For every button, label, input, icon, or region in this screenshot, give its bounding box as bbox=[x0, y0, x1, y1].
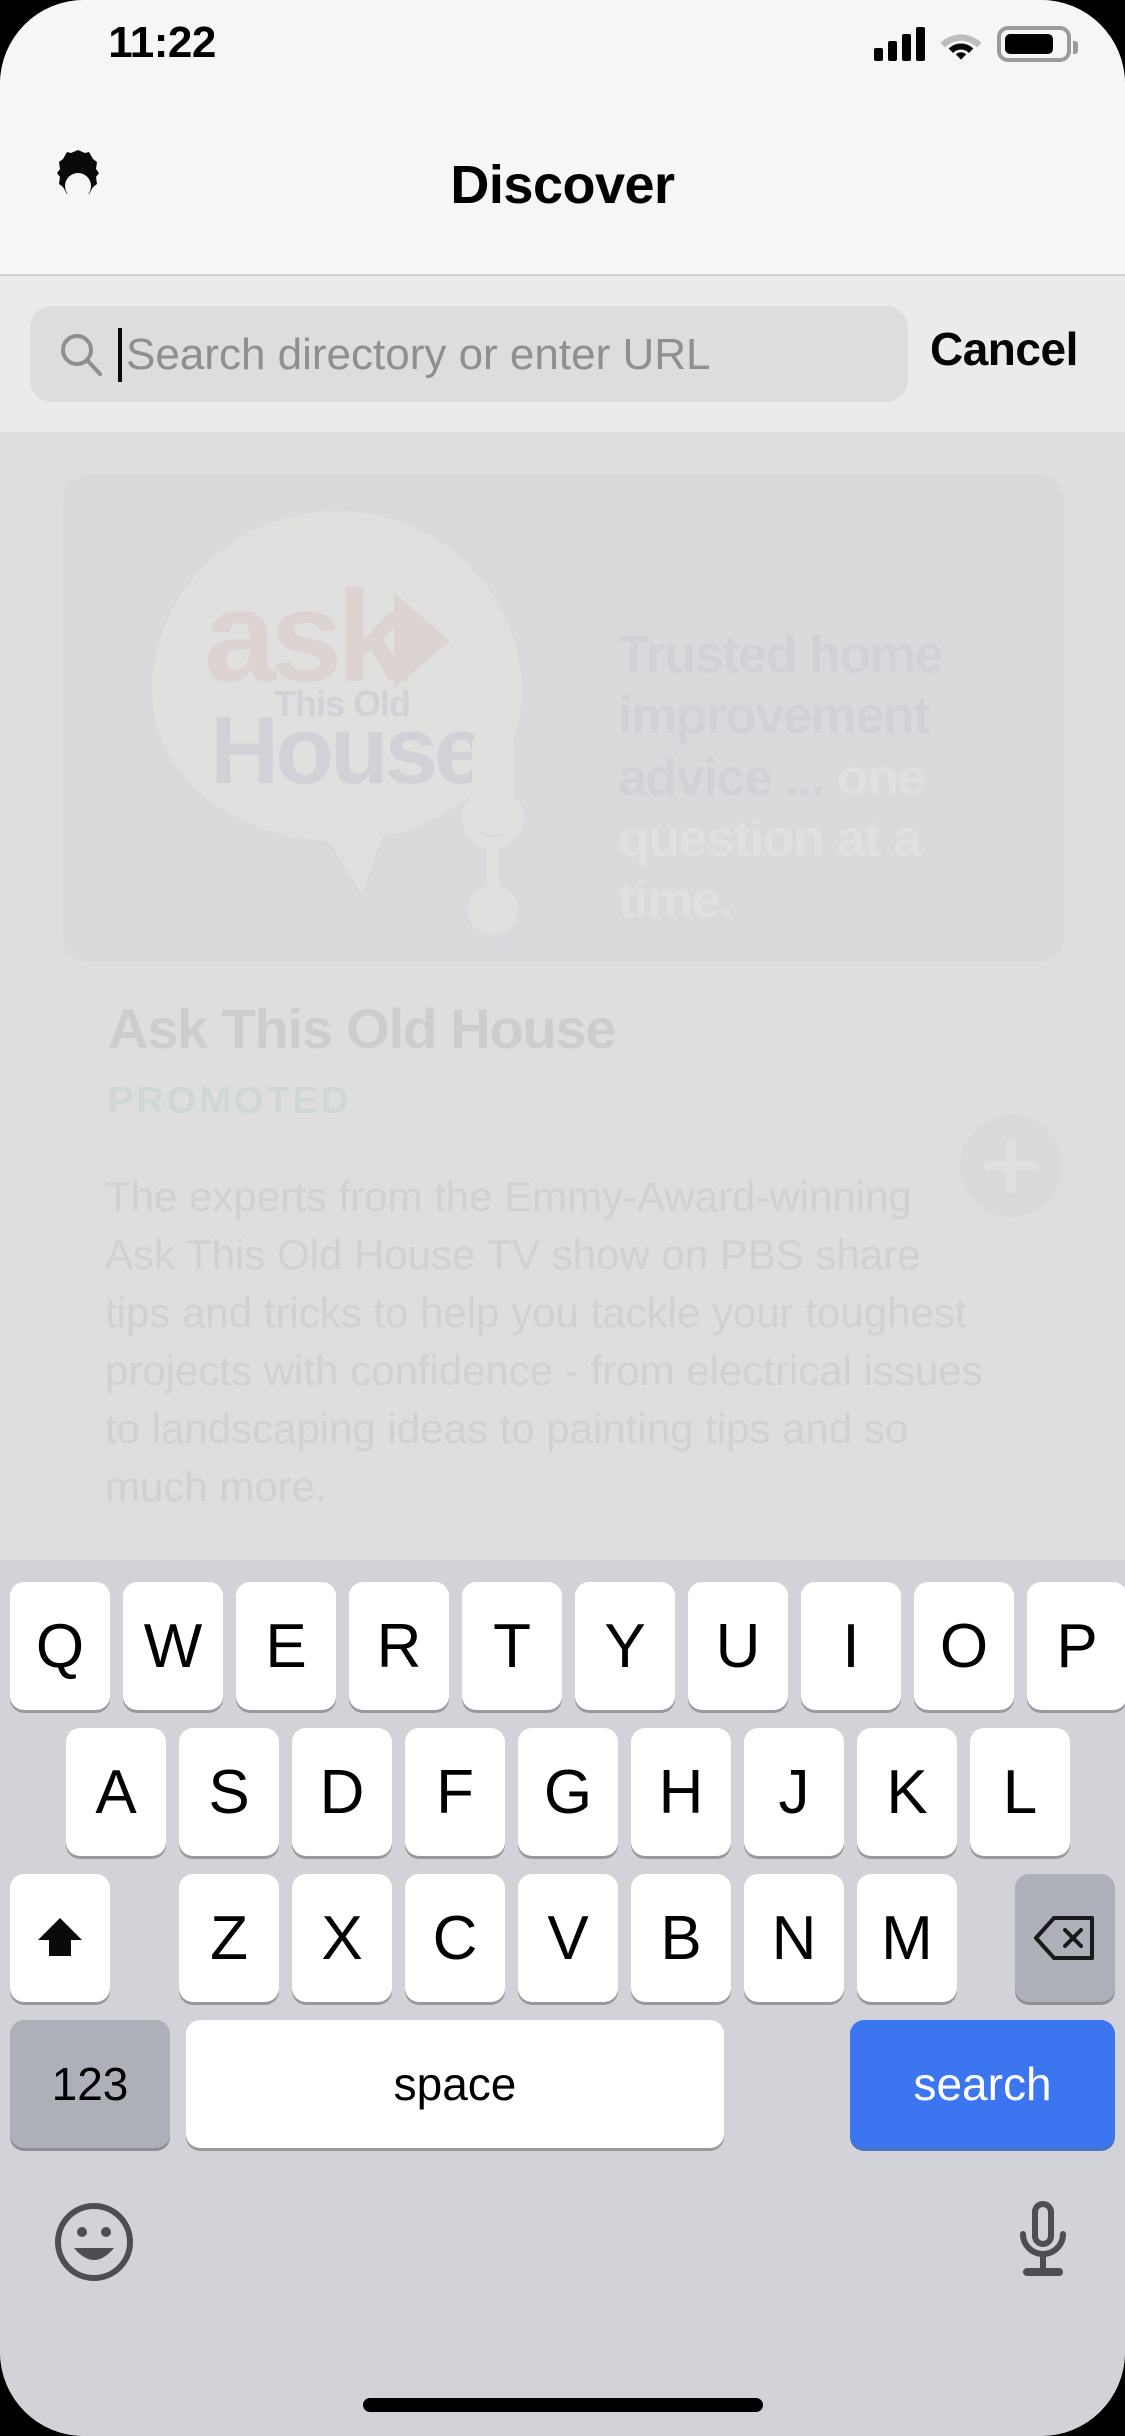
numeric-key[interactable]: 123 bbox=[10, 2020, 170, 2148]
key-u[interactable]: U bbox=[688, 1582, 788, 1710]
shift-key[interactable] bbox=[10, 1874, 110, 2002]
battery-icon bbox=[997, 26, 1078, 62]
phone-frame: 11:22 Discover Search directory or enter… bbox=[0, 0, 1125, 2436]
keyboard-bottom-bar bbox=[0, 2180, 1125, 2310]
key-s[interactable]: S bbox=[179, 1728, 279, 1856]
home-indicator[interactable] bbox=[362, 2398, 763, 2412]
key-d[interactable]: D bbox=[292, 1728, 392, 1856]
promoted-hero-image[interactable]: ask This Old House Trusted home improvem… bbox=[62, 475, 1064, 962]
keyboard-row-2: ASDFGHJKL bbox=[0, 1728, 1125, 1856]
key-c[interactable]: C bbox=[405, 1874, 505, 2002]
status-bar-icons bbox=[874, 26, 1078, 62]
key-e[interactable]: E bbox=[236, 1582, 336, 1710]
shift-up-arrow-icon bbox=[38, 1918, 82, 1956]
emoji-smiley-icon bbox=[55, 2203, 133, 2281]
backspace-delete-icon bbox=[1034, 1916, 1094, 1960]
cancel-button[interactable]: Cancel bbox=[930, 322, 1078, 376]
backspace-key[interactable] bbox=[1015, 1874, 1115, 2002]
card-title: Ask This Old House bbox=[108, 997, 617, 1060]
battery-fill bbox=[1005, 34, 1054, 54]
cellular-signal-icon bbox=[874, 27, 925, 61]
key-v[interactable]: V bbox=[518, 1874, 618, 2002]
hero-tagline: Trusted home improvement advice ... one … bbox=[618, 625, 1038, 932]
key-y[interactable]: Y bbox=[575, 1582, 675, 1710]
key-f[interactable]: F bbox=[405, 1728, 505, 1856]
status-bar-clock: 11:22 bbox=[108, 18, 216, 67]
key-l[interactable]: L bbox=[970, 1728, 1070, 1856]
on-screen-keyboard[interactable]: QWERTYUIOP ASDFGHJKL ZXCVBNM 123 space s… bbox=[0, 1560, 1125, 2436]
key-r[interactable]: R bbox=[349, 1582, 449, 1710]
search-input[interactable]: Search directory or enter URL bbox=[30, 306, 908, 402]
plus-circle-icon[interactable] bbox=[960, 1115, 1062, 1217]
key-j[interactable]: J bbox=[744, 1728, 844, 1856]
dictation-key[interactable] bbox=[1013, 2200, 1073, 2284]
key-p[interactable]: P bbox=[1027, 1582, 1125, 1710]
key-q[interactable]: Q bbox=[10, 1582, 110, 1710]
content-divider bbox=[56, 432, 60, 1560]
logo-ask-text: ask bbox=[204, 563, 409, 709]
status-bar: 11:22 bbox=[0, 0, 1125, 96]
microphone-icon bbox=[462, 725, 524, 962]
keyboard-row-3: ZXCVBNM bbox=[0, 1874, 1125, 2002]
key-b[interactable]: B bbox=[631, 1874, 731, 2002]
search-return-key[interactable]: search bbox=[850, 2020, 1115, 2148]
speech-bubble-tail bbox=[302, 795, 396, 895]
emoji-key[interactable] bbox=[52, 2200, 136, 2284]
key-m[interactable]: M bbox=[857, 1874, 957, 2002]
key-h[interactable]: H bbox=[631, 1728, 731, 1856]
card-description: The experts from the Emmy-Award-winning … bbox=[105, 1173, 983, 1510]
wifi-icon bbox=[940, 34, 982, 60]
key-x[interactable]: X bbox=[292, 1874, 392, 2002]
search-input-placeholder: Search directory or enter URL bbox=[126, 330, 711, 379]
key-i[interactable]: I bbox=[801, 1582, 901, 1710]
play-arrow-icon bbox=[394, 593, 450, 689]
phone-screen: 11:22 Discover Search directory or enter… bbox=[0, 0, 1125, 2436]
page-title: Discover bbox=[450, 155, 675, 215]
space-key[interactable]: space bbox=[186, 2020, 724, 2148]
logo-house-text: House bbox=[210, 697, 487, 804]
key-k[interactable]: K bbox=[857, 1728, 957, 1856]
key-a[interactable]: A bbox=[66, 1728, 166, 1856]
key-o[interactable]: O bbox=[914, 1582, 1014, 1710]
key-t[interactable]: T bbox=[462, 1582, 562, 1710]
key-n[interactable]: N bbox=[744, 1874, 844, 2002]
navigation-bar: Discover bbox=[0, 96, 1125, 276]
discover-content-area[interactable]: ask This Old House Trusted home improvem… bbox=[0, 432, 1125, 1560]
search-bar-container: Search directory or enter URL Cancel bbox=[0, 276, 1125, 432]
microphone-icon bbox=[1020, 2201, 1066, 2276]
key-g[interactable]: G bbox=[518, 1728, 618, 1856]
key-z[interactable]: Z bbox=[179, 1874, 279, 2002]
key-w[interactable]: W bbox=[123, 1582, 223, 1710]
text-cursor bbox=[118, 328, 122, 382]
keyboard-row-4: 123 space search bbox=[0, 2020, 1125, 2148]
keyboard-row-1: QWERTYUIOP bbox=[0, 1582, 1125, 1710]
search-icon bbox=[58, 331, 104, 377]
status-badge: PROMOTED bbox=[108, 1080, 352, 1122]
